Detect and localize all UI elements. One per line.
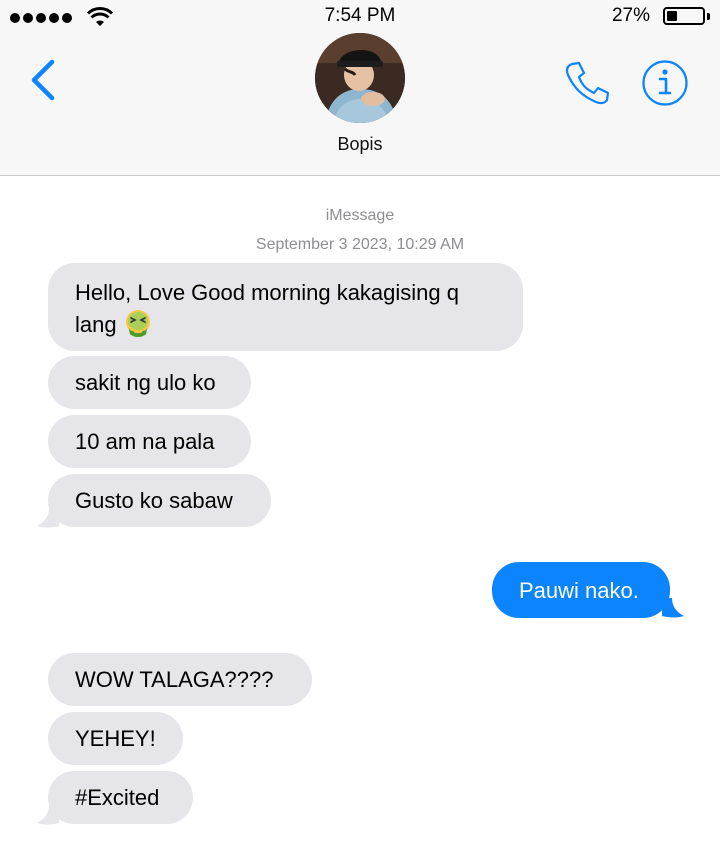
incoming-message-bubble[interactable]: Hello, Love Good morning kakagising q la… [48,263,523,351]
message-text: Gusto ko sabaw [75,488,233,513]
nauseated-face-icon [125,310,150,337]
message-text: YEHEY! [75,726,156,751]
incoming-bubble-tail [37,805,59,825]
message-text: sakit ng ulo ko [75,370,216,395]
status-bar: 7:54 PM 27% [0,0,720,32]
incoming-message-bubble[interactable]: sakit ng ulo ko [48,356,251,409]
incoming-message-bubble[interactable]: WOW TALAGA???? [48,653,312,706]
battery-nub [707,13,710,20]
message-timestamp: September 3 2023, 10:29 AM [255,236,465,253]
message-text: 10 am na pala [75,429,215,454]
incoming-message-bubble[interactable]: Gusto ko sabaw [48,474,271,527]
battery-icon [663,7,705,25]
info-icon[interactable] [641,59,689,107]
outgoing-message-bubble[interactable]: Pauwi nako. [492,562,670,618]
message-text: Hello, Love Good morning kakagising q [75,280,460,305]
message-text: #Excited [75,785,160,810]
incoming-bubble-tail [37,508,59,528]
message-text: Pauwi nako. [519,578,639,603]
incoming-message-bubble[interactable]: YEHEY! [48,712,183,765]
incoming-message-bubble[interactable]: 10 am na pala [48,415,251,468]
outgoing-bubble-tail [662,598,684,618]
message-text: WOW TALAGA???? [75,667,274,692]
service-label: iMessage [325,207,395,224]
phone-icon[interactable] [563,58,611,106]
contact-name[interactable]: Bopis [0,134,720,155]
battery-percentage: 27% [611,5,650,26]
chevron-left-icon[interactable] [28,58,58,102]
conversation-header: 7:54 PM 27% Bopis [0,0,720,176]
message-text: lang [75,312,117,337]
contact-avatar[interactable] [315,33,405,123]
incoming-message-bubble[interactable]: #Excited [48,771,193,824]
